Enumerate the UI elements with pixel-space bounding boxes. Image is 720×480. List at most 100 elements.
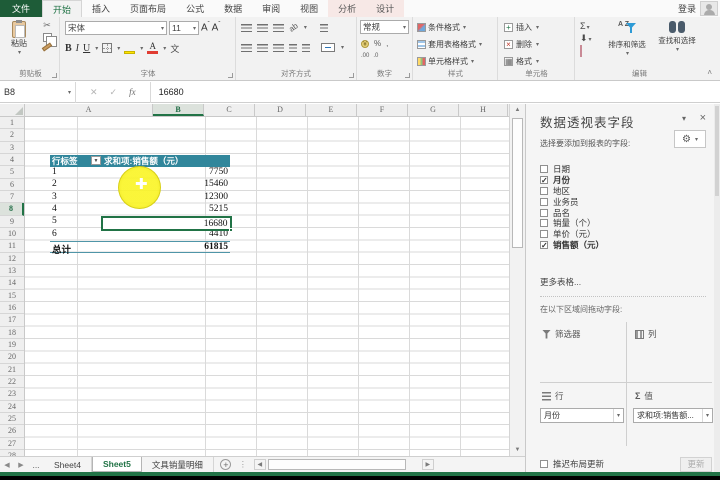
sheet-tab[interactable]: 文具销量明细 (142, 457, 214, 472)
decrease-indent-icon[interactable] (289, 44, 297, 52)
font-dialog-launcher[interactable] (228, 73, 233, 78)
increase-decimal-icon[interactable]: .00 (361, 53, 369, 59)
font-color-button[interactable]: A (147, 42, 158, 54)
new-sheet-button[interactable]: + (214, 457, 238, 472)
format-painter-icon[interactable] (42, 42, 52, 51)
cells-area[interactable]: 行标签 ▼ 求和项:销售额（元） 1 7750 2 15460 3 (25, 117, 509, 456)
ribbon-tab[interactable]: 设计 (366, 0, 404, 17)
horizontal-scroll-thumb[interactable] (268, 459, 406, 470)
clipboard-dialog-launcher[interactable] (52, 73, 57, 78)
wrap-text-icon[interactable] (320, 24, 328, 32)
rows-area-field[interactable]: 月份 ▾ (540, 408, 624, 423)
increase-indent-icon[interactable] (302, 44, 310, 52)
user-avatar-icon[interactable] (700, 1, 718, 16)
vertical-scrollbar[interactable]: ▲ ▼ (509, 104, 525, 456)
column-header[interactable]: E (306, 104, 357, 116)
field-checkbox[interactable] (540, 209, 548, 217)
ribbon-tab[interactable]: 数据 (214, 0, 252, 17)
horizontal-scrollbar[interactable]: ◀ ▶ (254, 457, 434, 472)
number-dialog-launcher[interactable] (405, 73, 410, 78)
cancel-button[interactable]: ✕ (90, 87, 98, 98)
tools-button[interactable]: ⚙ ▾ (674, 130, 706, 148)
alignment-dialog-launcher[interactable] (349, 73, 354, 78)
align-center-icon[interactable] (257, 44, 268, 52)
insert-cells-button[interactable]: + 插入 ▾ (504, 22, 539, 33)
pane-options-icon[interactable]: ▾ (682, 114, 686, 123)
row-header[interactable]: 10 (0, 228, 24, 240)
ribbon-tab[interactable]: 插入 (82, 0, 120, 17)
paste-button[interactable]: 粘贴 ▾ (6, 21, 32, 69)
font-size-combobox[interactable]: 11▾ (169, 21, 199, 35)
clear-button[interactable] (580, 46, 592, 56)
align-bottom-icon[interactable] (273, 24, 284, 32)
sort-filter-button[interactable]: A Z 排序和筛选 ▾ (604, 21, 650, 57)
collapse-ribbon-button[interactable]: ˄ (707, 68, 712, 77)
comma-style-icon[interactable]: , (386, 39, 388, 48)
autosum-button[interactable]: Σ▾ (580, 21, 592, 31)
row-header[interactable]: 1 (0, 117, 24, 129)
bold-button[interactable]: B (65, 43, 72, 54)
chevron-down-icon[interactable]: ▾ (341, 44, 344, 51)
vertical-scroll-thumb[interactable] (512, 118, 523, 248)
align-middle-icon[interactable] (257, 24, 268, 32)
fill-button[interactable]: ⬇▾ (580, 33, 592, 44)
field-checkbox[interactable] (540, 176, 548, 184)
field-checkbox[interactable] (540, 230, 548, 238)
shrink-font-button[interactable]: Aˇ (212, 22, 221, 33)
row-header[interactable]: 8 (0, 203, 24, 215)
row-header[interactable]: 17 (0, 314, 24, 326)
field-item[interactable]: 销量（个） (540, 218, 704, 229)
column-header[interactable]: D (255, 104, 306, 116)
delete-cells-button[interactable]: × 删除 ▾ (504, 39, 539, 50)
merge-center-icon[interactable] (321, 43, 335, 52)
phonetic-guide-button[interactable]: 文 (170, 42, 179, 55)
more-tables-link[interactable]: 更多表格... (540, 276, 581, 288)
values-area-field[interactable]: 求和项:销售额... ▾ (633, 408, 713, 423)
sheet-tab[interactable]: Sheet4 (44, 457, 92, 472)
row-header[interactable]: 2 (0, 129, 24, 141)
chevron-down-icon[interactable]: ▾ (95, 45, 98, 52)
row-header[interactable]: 5 (0, 166, 24, 178)
chevron-down-icon[interactable]: ▾ (140, 45, 143, 52)
cut-icon[interactable]: ✂ (43, 21, 51, 30)
formula-input[interactable]: 16680 (151, 87, 192, 97)
cell-styles-button[interactable]: 单元格样式 ▾ (417, 56, 474, 67)
borders-button[interactable] (102, 43, 112, 53)
ribbon-tab[interactable]: 公式 (176, 0, 214, 17)
chevron-down-icon[interactable]: ▾ (163, 45, 166, 52)
row-header[interactable]: 26 (0, 425, 24, 437)
row-header[interactable]: 18 (0, 327, 24, 339)
column-header[interactable]: G (408, 104, 459, 116)
selected-cell-b8[interactable]: 16680 (101, 216, 232, 231)
row-header[interactable]: 14 (0, 277, 24, 289)
align-right-icon[interactable] (273, 44, 284, 52)
sheet-nav-more[interactable]: ... (28, 457, 44, 472)
scroll-right-arrow[interactable]: ▶ (422, 459, 434, 470)
underline-button[interactable]: U (83, 43, 90, 54)
orientation-icon[interactable]: ab (287, 21, 299, 33)
chevron-down-icon[interactable]: ▾ (304, 24, 307, 31)
column-header[interactable]: C (204, 104, 255, 116)
align-left-icon[interactable] (241, 44, 252, 52)
field-item[interactable]: 销售额（元） (540, 240, 704, 251)
ribbon-tab[interactable]: 页面布局 (120, 0, 176, 17)
copy-icon[interactable] (43, 33, 52, 42)
field-item[interactable]: 单价（元） (540, 229, 704, 240)
insert-function-button[interactable]: fx (129, 87, 136, 97)
row-header[interactable]: 11 (0, 240, 24, 252)
field-item[interactable]: 品名 (540, 207, 704, 218)
conditional-formatting-button[interactable]: 条件格式 ▾ (417, 22, 466, 33)
row-header[interactable]: 27 (0, 438, 24, 450)
row-header[interactable]: 3 (0, 142, 24, 154)
ribbon-tab[interactable]: 文件 (0, 0, 42, 17)
sign-in-link[interactable]: 登录 (678, 0, 696, 17)
format-as-table-button[interactable]: 套用表格格式 ▾ (417, 39, 482, 50)
scroll-up-arrow[interactable]: ▲ (511, 104, 524, 116)
field-checkbox[interactable] (540, 198, 548, 206)
ribbon-tab[interactable]: 开始 (42, 0, 82, 17)
sheet-nav-next-icon[interactable]: ▶ (14, 457, 28, 472)
tab-split-handle[interactable]: ⋮ (238, 457, 248, 472)
select-all-corner[interactable] (0, 104, 25, 117)
field-item[interactable]: 业务员 (540, 196, 704, 207)
field-checkbox[interactable] (540, 241, 548, 249)
